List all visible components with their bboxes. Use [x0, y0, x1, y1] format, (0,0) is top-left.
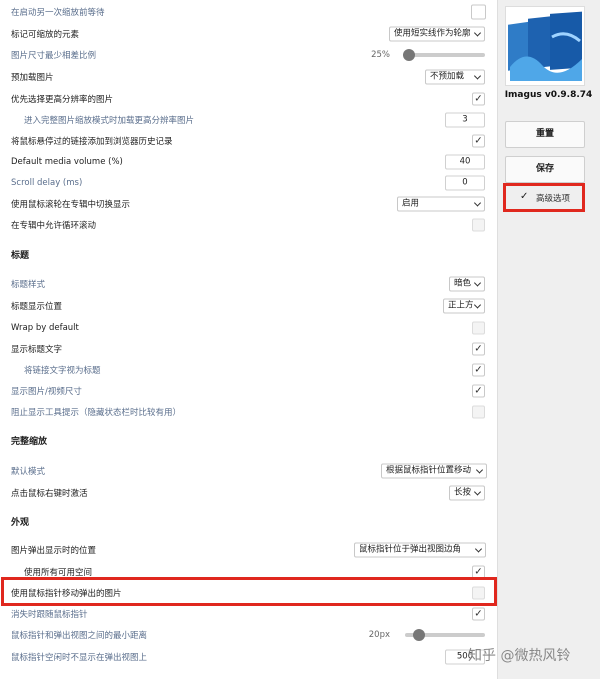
- row-default-mode: 默认模式 根据鼠标指针位置移动: [0, 460, 497, 481]
- row-min-distance: 鼠标指针和弹出视图之间的最小距离 20px: [0, 624, 497, 645]
- row-add-history: 将鼠标悬停过的链接添加到浏览器历史记录 ✓: [0, 130, 497, 151]
- row-label: 进入完整图片缩放模式时加载更高分辨率图片: [24, 115, 195, 126]
- slider-value: 20px: [368, 629, 390, 640]
- checkbox[interactable]: [471, 4, 486, 19]
- row-mark-zoomable: 标记可缩放的元素 使用短实线作为轮廓: [0, 23, 497, 44]
- row-label: 显示标题文字: [11, 344, 63, 355]
- right-click-select[interactable]: 长按: [449, 485, 485, 500]
- popup-position-select[interactable]: 鼠标指针位于弹出视图边角: [354, 542, 486, 557]
- row-min-size-diff: 图片尺寸最少相差比例 25%: [0, 44, 497, 65]
- version-label: Imagus v0.9.8.74: [504, 90, 593, 100]
- row-label: Default media volume (%): [11, 156, 123, 167]
- section-appearance-heading: 外观: [11, 518, 30, 528]
- row-media-volume: Default media volume (%) 40: [0, 151, 497, 172]
- row-label: 阻止显示工具提示（隐藏状态栏时比较有用）: [11, 407, 182, 418]
- row-label: 预加载图片: [11, 72, 54, 83]
- caption-position-select[interactable]: 正上方: [443, 298, 485, 313]
- sidebar: [497, 0, 600, 679]
- watermark: 知乎 @微热风铃: [468, 648, 571, 664]
- row-label: 将链接文字视为标题: [24, 365, 101, 376]
- section-fullzoom-heading: 完整缩放: [11, 437, 48, 447]
- row-wrap-default: Wrap by default: [0, 317, 497, 338]
- row-prefer-hires: 优先选择更高分辨率的图片 ✓: [0, 88, 497, 109]
- row-label: 标记可缩放的元素: [11, 29, 80, 40]
- checkbox[interactable]: ✓: [472, 384, 485, 397]
- slider-thumb[interactable]: [413, 628, 425, 641]
- preload-select[interactable]: 不预加载: [425, 69, 485, 84]
- default-mode-select[interactable]: 根据鼠标指针位置移动: [381, 463, 487, 478]
- row-label: 图片弹出显示时的位置: [11, 545, 97, 556]
- row-right-click-activate: 点击鼠标右键时激活 长按: [0, 482, 497, 503]
- checkbox[interactable]: ✓: [472, 342, 485, 355]
- row-label: 图片尺寸最少相差比例: [11, 50, 97, 61]
- row-label: 使用所有可用空间: [24, 567, 93, 578]
- checkbox[interactable]: [472, 405, 485, 418]
- imagus-logo: [505, 6, 585, 86]
- row-label: 标题样式: [11, 279, 46, 290]
- checkbox[interactable]: ✓: [472, 363, 485, 376]
- section-caption-heading: 标题: [11, 251, 30, 261]
- row-label: 点击鼠标右键时激活: [11, 488, 88, 499]
- checkbox[interactable]: [472, 218, 485, 231]
- highlight-box-sidebar: [503, 183, 585, 212]
- checkbox[interactable]: ✓: [472, 607, 485, 620]
- row-label: 将鼠标悬停过的链接添加到浏览器历史记录: [11, 136, 173, 147]
- row-link-text-as-caption: 将链接文字视为标题 ✓: [0, 359, 497, 380]
- min-size-slider[interactable]: [403, 48, 485, 61]
- number-input[interactable]: 0: [445, 175, 485, 190]
- row-load-hires-fullzoom: 进入完整图片缩放模式时加载更高分辨率图片 3: [0, 109, 497, 130]
- row-label: 消失时跟随鼠标指针: [11, 609, 88, 620]
- row-label: Scroll delay (ms): [11, 177, 83, 188]
- row-label: 鼠标指针和弹出视图之间的最小距离: [11, 630, 148, 641]
- checkbox[interactable]: ✓: [472, 134, 485, 147]
- row-show-caption-text: 显示标题文字 ✓: [0, 338, 497, 359]
- row-popup-position: 图片弹出显示时的位置 鼠标指针位于弹出视图边角: [0, 539, 497, 560]
- row-label: 使用鼠标滚轮在专辑中切换显示: [11, 199, 131, 210]
- row-label: 在专辑中允许循环滚动: [11, 220, 97, 231]
- save-button[interactable]: 保存: [505, 156, 585, 183]
- row-caption-position: 标题显示位置 正上方: [0, 295, 497, 316]
- row-label: 在启动另一次缩放前等待: [11, 7, 105, 18]
- row-loop-album: 在专辑中允许循环滚动: [0, 214, 497, 235]
- checkbox[interactable]: [472, 321, 485, 334]
- row-label: 鼠标指针空闲时不显示在弹出视图上: [11, 652, 148, 663]
- row-preload: 预加载图片 不预加载: [0, 66, 497, 87]
- row-hide-idle-cursor: 鼠标指针空闲时不显示在弹出视图上 500: [0, 646, 497, 667]
- number-input[interactable]: 40: [445, 154, 485, 169]
- caption-style-select[interactable]: 暗色: [449, 276, 485, 291]
- row-label: 标题显示位置: [11, 301, 63, 312]
- row-label: 默认模式: [11, 466, 46, 477]
- row-label: Wrap by default: [11, 322, 79, 333]
- slider-value: 25%: [371, 49, 390, 60]
- row-wait-before-zoom: 在启动另一次缩放前等待: [0, 1, 497, 22]
- row-scroll-delay: Scroll delay (ms) 0: [0, 172, 497, 193]
- checkbox[interactable]: ✓: [472, 92, 485, 105]
- row-show-dimensions: 显示图片/视频尺寸 ✓: [0, 380, 497, 401]
- highlight-box: [1, 577, 497, 606]
- reset-button[interactable]: 重置: [505, 121, 585, 148]
- row-label: 显示图片/视频尺寸: [11, 386, 82, 397]
- min-distance-slider[interactable]: [405, 628, 485, 641]
- row-follow-cursor-on-hide: 消失时跟随鼠标指针 ✓: [0, 603, 497, 624]
- row-caption-style: 标题样式 暗色: [0, 273, 497, 294]
- row-wheel-album: 使用鼠标滚轮在专辑中切换显示 启用: [0, 193, 497, 214]
- number-input[interactable]: 3: [445, 112, 485, 127]
- slider-thumb[interactable]: [403, 48, 415, 61]
- row-label: 优先选择更高分辨率的图片: [11, 94, 114, 105]
- row-block-tooltips: 阻止显示工具提示（隐藏状态栏时比较有用）: [0, 401, 497, 422]
- logo-graphic: [506, 7, 584, 85]
- wheel-album-select[interactable]: 启用: [397, 196, 485, 211]
- mark-zoomable-select[interactable]: 使用短实线作为轮廓: [389, 26, 485, 41]
